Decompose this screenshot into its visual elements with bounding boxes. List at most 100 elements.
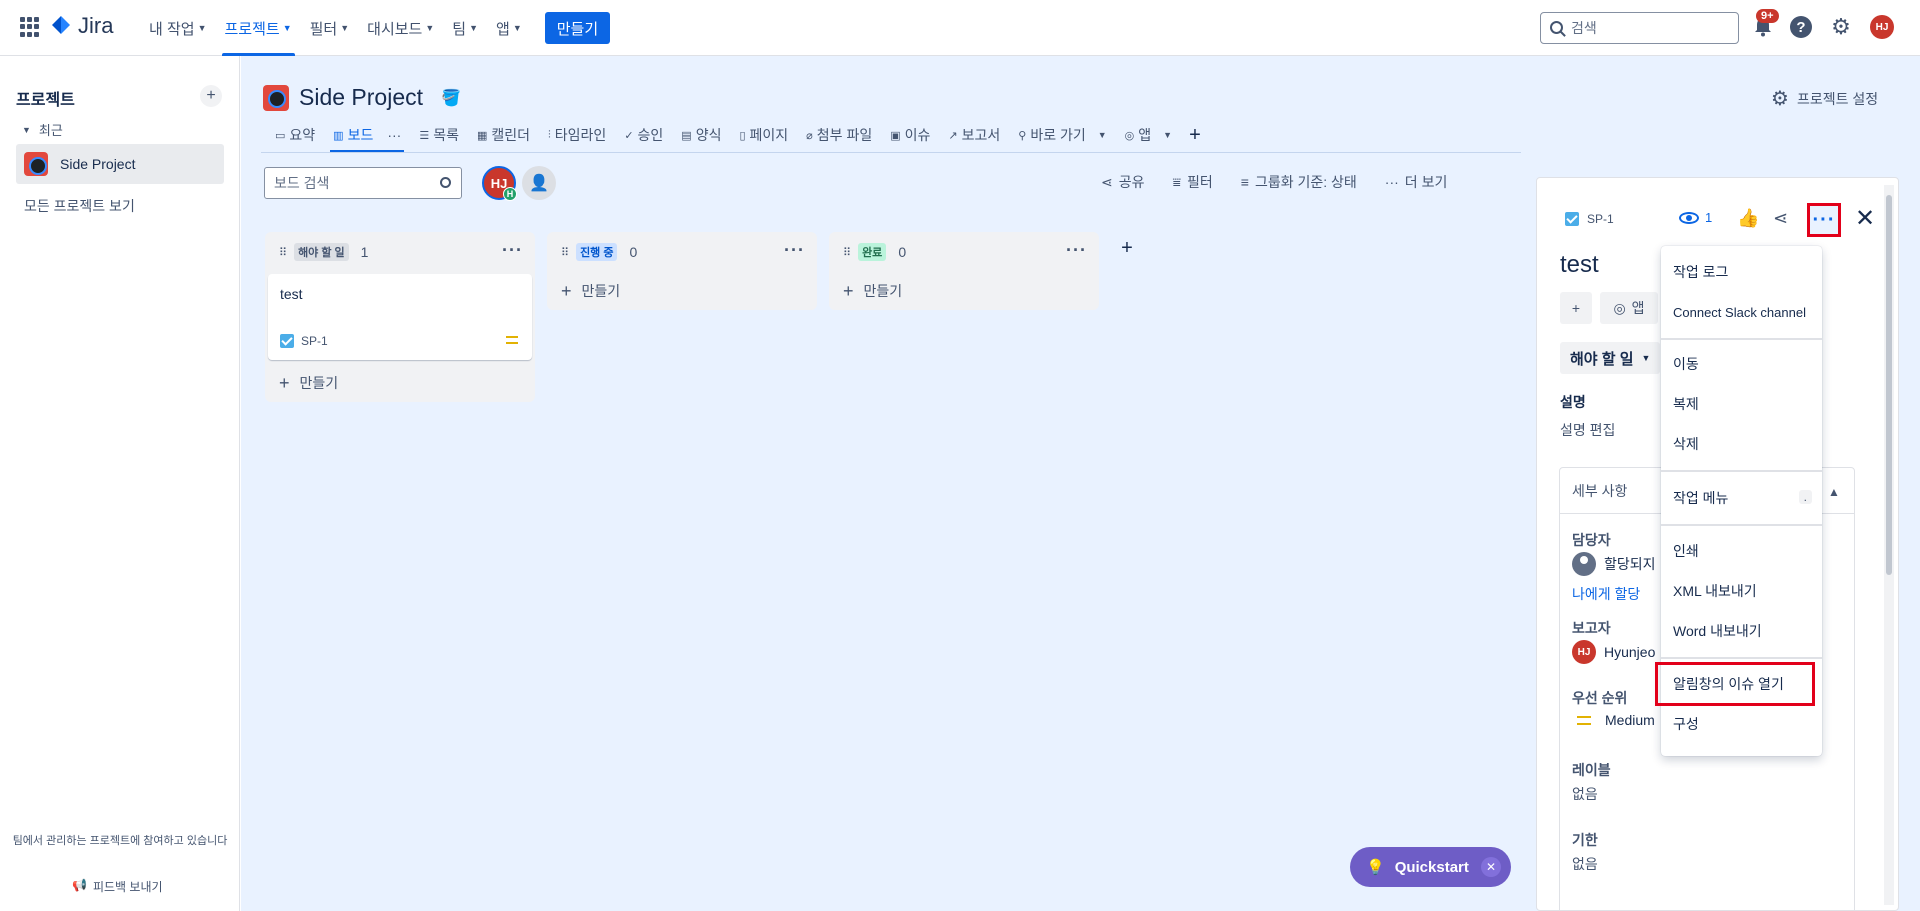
nav-dashboards-label: 대시보드 <box>367 20 423 38</box>
tab-board[interactable]: ▥ 보드 ··· <box>324 120 410 152</box>
send-feedback-link[interactable]: 📢 피드백 보내기 <box>72 878 163 895</box>
drag-handle-icon[interactable]: ⠿ <box>561 246 569 259</box>
global-search-input[interactable]: 검색 <box>1540 12 1739 44</box>
quickstart-label: Quickstart <box>1394 858 1469 876</box>
assignee-value[interactable]: 할당되지 <box>1572 552 1656 576</box>
recent-section-toggle[interactable]: ▼ 최근 <box>22 120 63 139</box>
tab-list[interactable]: ☰ 목록 <box>410 120 468 150</box>
chevron-up-icon[interactable]: ▲ <box>1828 485 1840 499</box>
tab-attachments[interactable]: ⌀ 첨부 파일 <box>797 120 881 150</box>
tab-summary[interactable]: ▭ 요약 <box>266 120 324 150</box>
column-header[interactable]: ⠿ 진행 중 0 ··· <box>547 232 817 272</box>
apps-icon: ◎ <box>1124 129 1135 142</box>
menu-item-connect-slack[interactable]: Connect Slack channel <box>1661 292 1822 332</box>
menu-item-work-log[interactable]: 작업 로그 <box>1661 252 1822 292</box>
drag-handle-icon[interactable]: ⠿ <box>279 246 287 259</box>
nav-dashboards[interactable]: 대시보드 ▼ <box>358 0 443 56</box>
labels-value[interactable]: 없음 <box>1572 784 1598 804</box>
board-search-input[interactable]: 보드 검색 <box>264 167 462 199</box>
apps-button[interactable]: ◎ 앱 <box>1600 292 1658 324</box>
tab-calendar[interactable]: ▦ 캘린더 <box>468 120 539 150</box>
share-icon[interactable]: ⋖ <box>1773 208 1788 229</box>
priority-value[interactable]: Medium <box>1572 712 1655 728</box>
add-people-icon[interactable]: 👤 <box>522 166 556 200</box>
column-more-icon[interactable]: ··· <box>1066 240 1087 261</box>
tab-label: 목록 <box>433 127 459 143</box>
panel-scrollbar[interactable] <box>1884 185 1894 905</box>
share-button[interactable]: ⋖ 공유 <box>1101 172 1145 192</box>
tab-apps[interactable]: ◎ 앱 ▼ <box>1116 120 1181 150</box>
status-dropdown[interactable]: 해야 할 일 ▼ <box>1560 342 1661 374</box>
create-button[interactable]: 만들기 <box>544 12 611 44</box>
nav-filters[interactable]: 필터 ▼ <box>301 0 359 56</box>
menu-item-delete[interactable]: 삭제 <box>1661 424 1822 464</box>
issue-title[interactable]: test <box>1560 251 1599 279</box>
add-column-button[interactable]: + <box>1111 232 1143 264</box>
jira-logo[interactable]: Jira <box>50 13 113 39</box>
due-date-value[interactable]: 없음 <box>1572 854 1598 874</box>
thumbs-up-icon[interactable]: 👍 <box>1737 208 1759 229</box>
sidebar-item-side-project[interactable]: Side Project <box>16 144 224 184</box>
watch-count: 1 <box>1705 210 1713 225</box>
column-create-button[interactable]: + 만들기 <box>829 272 1099 310</box>
menu-item-move[interactable]: 이동 <box>1661 344 1822 384</box>
reporter-value[interactable]: HJ Hyunjeo <box>1572 640 1655 664</box>
column-header[interactable]: ⠿ 완료 0 ··· <box>829 232 1099 272</box>
issue-card[interactable]: test SP-1 <box>268 274 532 360</box>
view-all-projects-link[interactable]: 모든 프로젝트 보기 <box>24 196 135 216</box>
tab-forms[interactable]: ▤ 양식 <box>672 120 730 150</box>
tab-issues[interactable]: ▣ 이슈 <box>881 120 939 150</box>
filter-button[interactable]: ⩸ 필터 <box>1173 172 1213 192</box>
menu-item-configure[interactable]: 구성 <box>1661 704 1822 744</box>
tab-shortcuts[interactable]: ⚲ 바로 가기 ▼ <box>1009 120 1115 150</box>
tab-reports[interactable]: ↗ 보고서 <box>939 120 1009 150</box>
add-button[interactable]: + <box>1560 292 1592 324</box>
issue-key[interactable]: SP-1 <box>1565 212 1614 226</box>
add-tab-plus-icon[interactable]: + <box>1181 124 1209 147</box>
add-project-button[interactable]: + <box>200 85 222 107</box>
menu-item-export-xml[interactable]: XML 내보내기 <box>1661 571 1822 611</box>
timeline-icon: ⫶ <box>548 128 551 141</box>
project-settings-button[interactable]: ⚙ 프로젝트 설정 <box>1771 86 1878 111</box>
quickstart-button[interactable]: 💡 Quickstart ✕ <box>1350 847 1511 887</box>
tab-label: 보고서 <box>961 127 1001 143</box>
close-icon[interactable]: ✕ <box>1855 204 1875 233</box>
menu-item-action-menu[interactable]: 작업 메뉴 . <box>1661 478 1822 518</box>
priority-medium-icon <box>506 336 518 344</box>
nav-my-work[interactable]: 내 작업 ▼ <box>140 0 216 56</box>
chevron-down-icon: ▼ <box>469 23 479 33</box>
status-lozenge: 해야 할 일 <box>294 243 349 261</box>
column-create-button[interactable]: + 만들기 <box>265 364 535 402</box>
column-header[interactable]: ⠿ 해야 할 일 1 ··· <box>265 232 535 272</box>
more-actions-button[interactable]: ··· <box>1807 203 1841 237</box>
scrollbar-thumb[interactable] <box>1886 195 1892 575</box>
project-sidebar: 프로젝트 + ▼ 최근 Side Project 모든 프로젝트 보기 팀에서 … <box>0 56 240 911</box>
more-options-button[interactable]: ··· 더 보기 <box>1385 172 1448 192</box>
user-avatar[interactable]: HJ <box>1870 15 1894 39</box>
more-icon[interactable]: ··· <box>387 127 401 143</box>
nav-apps[interactable]: 앱 ▼ <box>487 0 531 56</box>
tab-approvals[interactable]: ✓ 승인 <box>615 120 672 150</box>
tab-pages[interactable]: ▯ 페이지 <box>730 120 797 150</box>
nav-projects[interactable]: 프로젝트 ▼ <box>216 0 301 56</box>
column-create-button[interactable]: + 만들기 <box>547 272 817 310</box>
close-icon[interactable]: ✕ <box>1481 857 1501 877</box>
menu-item-export-word[interactable]: Word 내보내기 <box>1661 611 1822 651</box>
tab-timeline[interactable]: ⫶ 타임라인 <box>539 120 615 150</box>
menu-item-clone[interactable]: 복제 <box>1661 384 1822 424</box>
column-more-icon[interactable]: ··· <box>784 240 805 261</box>
menu-item-print[interactable]: 인쇄 <box>1661 531 1822 571</box>
nav-teams[interactable]: 팀 ▼ <box>443 0 487 56</box>
app-switcher-icon[interactable] <box>20 17 40 37</box>
help-icon[interactable]: ? <box>1790 16 1812 38</box>
drag-handle-icon[interactable]: ⠿ <box>843 246 851 259</box>
assign-to-me-link[interactable]: 나에게 할당 <box>1572 584 1640 604</box>
column-more-icon[interactable]: ··· <box>502 240 523 261</box>
description-edit[interactable]: 설명 편집 <box>1560 420 1615 440</box>
paint-bucket-icon[interactable]: 🪣 <box>441 88 461 108</box>
watch-button[interactable]: 1 <box>1679 210 1712 225</box>
group-by-button[interactable]: ≡ 그룹화 기준: 상태 <box>1241 172 1357 192</box>
settings-gear-icon[interactable]: ⚙ <box>1829 14 1853 39</box>
link-icon: ⚲ <box>1018 129 1027 142</box>
nav-apps-label: 앱 <box>496 20 510 38</box>
